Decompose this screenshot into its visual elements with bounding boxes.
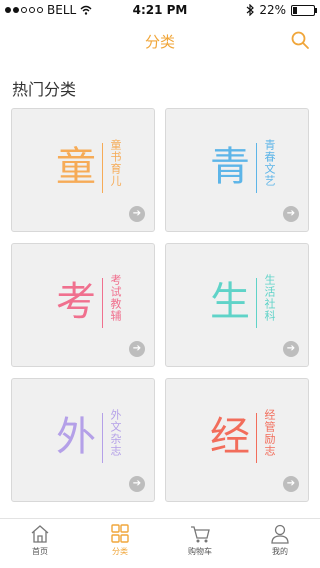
status-right: 22%: [246, 3, 317, 17]
category-glyph: 经: [210, 414, 250, 460]
category-divider: [256, 278, 257, 328]
tab-home[interactable]: 首页: [0, 519, 80, 568]
category-card[interactable]: 外外文杂志 ➔: [11, 378, 155, 502]
battery-icon: [291, 4, 317, 16]
nav-bar: 分类: [0, 20, 320, 60]
cart-icon: [191, 526, 210, 543]
tab-category-label: 分类: [112, 547, 128, 556]
category-divider: [102, 278, 103, 328]
category-divider: [102, 143, 103, 193]
status-bar: BELL 4:21 PM 22%: [0, 0, 320, 20]
arrow-right-icon[interactable]: ➔: [129, 206, 145, 222]
page-title: 分类: [144, 33, 175, 51]
tab-mine-label: 我的: [272, 547, 288, 556]
category-subtitle: 童书育儿: [109, 139, 122, 187]
category-glyph: 生: [210, 279, 250, 325]
arrow-right-icon[interactable]: ➔: [129, 341, 145, 357]
tab-cart[interactable]: 购物车: [160, 519, 240, 568]
category-subtitle: 经管励志: [263, 409, 276, 457]
category-card[interactable]: 童童书育儿 ➔: [11, 108, 155, 232]
category-glyph: 童: [56, 144, 96, 190]
tab-cart-label: 购物车: [188, 547, 212, 556]
bluetooth-icon: [246, 4, 255, 16]
tab-bar: 首页 分类 购物车 我的: [0, 518, 320, 568]
arrow-right-icon[interactable]: ➔: [283, 476, 299, 492]
search-icon[interactable]: [290, 30, 310, 50]
category-card[interactable]: 经经管励志 ➔: [165, 378, 309, 502]
category-divider: [256, 143, 257, 193]
category-subtitle: 外文杂志: [109, 409, 122, 457]
category-card[interactable]: 生生活社科 ➔: [165, 243, 309, 367]
user-icon: [271, 524, 289, 544]
tab-home-label: 首页: [32, 547, 48, 556]
category-glyph: 青: [210, 144, 250, 190]
category-glyph: 考: [56, 279, 96, 325]
arrow-right-icon[interactable]: ➔: [283, 206, 299, 222]
category-subtitle: 生活社科: [263, 274, 276, 322]
section-title: 热门分类: [12, 80, 77, 99]
category-divider: [102, 413, 103, 463]
arrow-right-icon[interactable]: ➔: [283, 341, 299, 357]
home-icon: [31, 525, 49, 543]
category-card[interactable]: 考考试教辅 ➔: [11, 243, 155, 367]
arrow-right-icon[interactable]: ➔: [129, 476, 145, 492]
category-subtitle: 考试教辅: [109, 274, 122, 322]
battery-percent: 22%: [259, 3, 286, 17]
tab-mine[interactable]: 我的: [240, 519, 320, 568]
category-subtitle: 青春文艺: [263, 139, 276, 187]
category-divider: [256, 413, 257, 463]
category-glyph: 外: [56, 414, 96, 460]
category-card[interactable]: 青青春文艺 ➔: [165, 108, 309, 232]
grid-icon: [111, 524, 129, 543]
tab-category[interactable]: 分类: [80, 519, 160, 568]
